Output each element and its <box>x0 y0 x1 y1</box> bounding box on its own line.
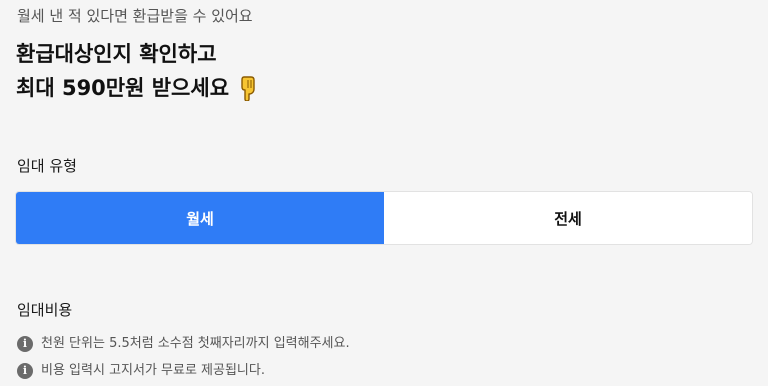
rent-type-monthly-button[interactable]: 월세 <box>16 192 384 244</box>
rent-type-label: 임대 유형 <box>17 157 77 175</box>
rent-cost-note-2: i 비용 입력시 고지서가 무료로 제공됩니다. <box>17 362 265 380</box>
rent-type-toggle: 월세 전세 <box>15 191 753 245</box>
refund-check-page: 월세 낸 적 있다면 환급받을 수 있어요 환급대상인지 확인하고 최대 590… <box>0 0 768 386</box>
rent-type-jeonse-button[interactable]: 전세 <box>384 192 752 244</box>
pointing-hand-down-icon <box>238 75 260 111</box>
headline-line-1: 환급대상인지 확인하고 <box>16 42 217 66</box>
headline-line-2: 최대 590만원 받으세요 <box>16 71 260 111</box>
rent-cost-label: 임대비용 <box>17 301 73 319</box>
info-icon: i <box>17 336 33 352</box>
headline-line-2-text: 최대 590만원 받으세요 <box>16 76 230 100</box>
rent-cost-note-2-text: 비용 입력시 고지서가 무료로 제공됩니다. <box>41 363 265 378</box>
rent-cost-note-1-text: 천원 단위는 5.5처럼 소수점 첫째자리까지 입력해주세요. <box>41 336 350 351</box>
intro-subtitle: 월세 낸 적 있다면 환급받을 수 있어요 <box>17 7 253 25</box>
rent-cost-note-1: i 천원 단위는 5.5처럼 소수점 첫째자리까지 입력해주세요. <box>17 335 350 353</box>
info-icon: i <box>17 363 33 379</box>
page-title: 환급대상인지 확인하고 최대 590만원 받으세요 <box>16 37 260 111</box>
